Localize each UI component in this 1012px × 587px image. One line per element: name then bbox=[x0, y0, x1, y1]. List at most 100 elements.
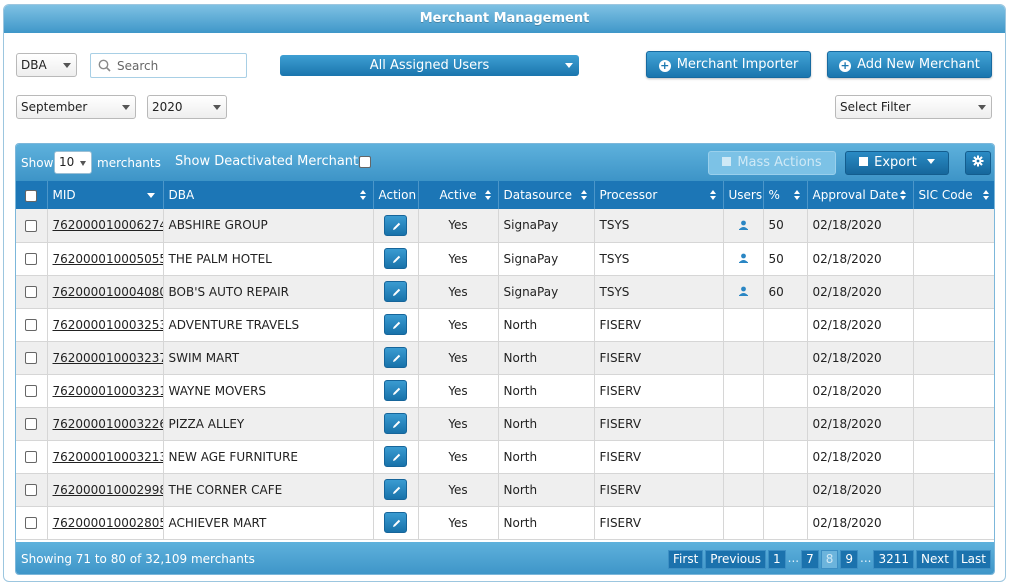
edit-button[interactable] bbox=[384, 413, 407, 434]
sic-code-cell bbox=[913, 209, 994, 243]
add-new-merchant-button[interactable]: + Add New Merchant bbox=[827, 51, 992, 78]
page-9-button[interactable]: 9 bbox=[840, 550, 859, 569]
column-mid[interactable]: MID bbox=[47, 181, 164, 209]
row-checkbox[interactable] bbox=[25, 219, 38, 232]
row-checkbox[interactable] bbox=[25, 517, 38, 529]
column-sic-code[interactable]: SIC Code bbox=[913, 181, 994, 209]
column-processor[interactable]: Processor bbox=[594, 181, 724, 209]
row-checkbox[interactable] bbox=[25, 352, 38, 364]
processor-cell: FISERV bbox=[594, 407, 724, 441]
mid-cell: 7620000100029987 bbox=[47, 473, 164, 507]
select-all-checkbox[interactable] bbox=[25, 189, 38, 202]
users-cell bbox=[723, 374, 764, 408]
mid-link[interactable]: 7620000100032379 bbox=[53, 351, 163, 365]
column-label: MID bbox=[52, 188, 76, 202]
user-icon[interactable] bbox=[738, 219, 749, 233]
column-percent[interactable]: % bbox=[763, 181, 808, 209]
pagination-ellipsis: ... bbox=[860, 551, 872, 565]
dba-cell: ADVENTURE TRAVELS bbox=[163, 308, 374, 342]
mid-link[interactable]: 7620000100028054 bbox=[53, 516, 163, 530]
column-label: Action bbox=[378, 188, 417, 202]
datasource-cell: SignaPay bbox=[498, 242, 595, 276]
row-checkbox[interactable] bbox=[25, 484, 38, 496]
datasource-cell: North bbox=[498, 440, 595, 474]
page-last-button[interactable]: Last bbox=[956, 550, 991, 569]
table-body: 7620000100062749 ABSHIRE GROUP Yes SignaPay… bbox=[16, 209, 994, 540]
assigned-users-dropdown[interactable]: All Assigned Users bbox=[280, 55, 579, 76]
filter-select[interactable]: Select Filter bbox=[835, 95, 992, 119]
column-approval-date[interactable]: Approval Date bbox=[807, 181, 914, 209]
user-icon[interactable] bbox=[738, 285, 749, 299]
sic-code-cell bbox=[913, 242, 994, 276]
page-first-button[interactable]: First bbox=[668, 550, 704, 569]
export-button[interactable]: Export bbox=[845, 151, 949, 175]
approval-date-cell: 02/18/2020 bbox=[807, 440, 914, 474]
table-row: 7620000100028054 ACHIEVER MART Yes North FIS… bbox=[16, 506, 994, 540]
page-previous-button[interactable]: Previous bbox=[705, 550, 767, 569]
column-action: Action bbox=[373, 181, 419, 209]
mass-actions-button[interactable]: Mass Actions bbox=[708, 151, 836, 175]
edit-button[interactable] bbox=[384, 380, 407, 401]
settings-button[interactable] bbox=[965, 151, 991, 175]
row-checkbox[interactable] bbox=[25, 286, 38, 298]
users-cell bbox=[723, 506, 764, 540]
edit-button[interactable] bbox=[384, 281, 407, 302]
year-select[interactable]: 2020 bbox=[147, 95, 227, 119]
mid-link[interactable]: 7620000100029987 bbox=[53, 483, 163, 497]
action-cell bbox=[373, 341, 419, 375]
edit-button[interactable] bbox=[384, 347, 407, 368]
dba-cell: PIZZA ALLEY bbox=[163, 407, 374, 441]
page-1-button[interactable]: 1 bbox=[768, 550, 786, 569]
search-box[interactable] bbox=[90, 53, 247, 78]
edit-button[interactable] bbox=[384, 314, 407, 335]
edit-button[interactable] bbox=[384, 479, 407, 500]
edit-button[interactable] bbox=[384, 446, 407, 467]
page-last-number-button[interactable]: 3211 bbox=[873, 550, 915, 569]
approval-date-cell: 02/18/2020 bbox=[807, 473, 914, 507]
sort-icon bbox=[580, 190, 587, 201]
action-cell bbox=[373, 506, 419, 540]
chevron-down-icon bbox=[978, 105, 986, 110]
action-cell bbox=[373, 242, 419, 276]
mid-link[interactable]: 7620000100032312 bbox=[53, 384, 163, 398]
page-size-select[interactable]: 10 bbox=[54, 151, 92, 174]
show-deactivated-checkbox[interactable] bbox=[359, 156, 371, 168]
page-7-button[interactable]: 7 bbox=[801, 550, 819, 569]
mid-link[interactable]: 7620000100050553 bbox=[53, 252, 163, 266]
row-checkbox[interactable] bbox=[25, 253, 38, 265]
mid-cell: 7620000100032536 bbox=[47, 308, 164, 342]
show-deactivated-label: Show Deactivated Merchants bbox=[175, 154, 365, 169]
chevron-down-icon bbox=[926, 159, 935, 164]
search-field-select[interactable]: DBA bbox=[16, 53, 77, 77]
user-icon[interactable] bbox=[738, 252, 749, 266]
column-active[interactable]: Active bbox=[418, 181, 499, 209]
mid-link[interactable]: 7620000100032262 bbox=[53, 417, 163, 431]
chevron-down-icon bbox=[122, 105, 130, 110]
row-checkbox[interactable] bbox=[25, 418, 38, 430]
column-datasource[interactable]: Datasource bbox=[498, 181, 595, 209]
search-input[interactable] bbox=[115, 56, 243, 75]
merchant-importer-button[interactable]: + Merchant Importer bbox=[646, 51, 811, 78]
edit-button[interactable] bbox=[384, 214, 407, 236]
edit-button[interactable] bbox=[384, 248, 407, 269]
sort-icon bbox=[709, 190, 716, 201]
mid-link[interactable]: 7620000100032130 bbox=[53, 450, 163, 464]
sic-code-cell bbox=[913, 308, 994, 342]
mid-link[interactable]: 7620000100032536 bbox=[53, 318, 163, 332]
users-cell bbox=[723, 308, 764, 342]
month-select[interactable]: September bbox=[16, 95, 136, 119]
mid-cell: 7620000100050553 bbox=[47, 242, 164, 276]
page-next-button[interactable]: Next bbox=[916, 550, 954, 569]
export-label: Export bbox=[874, 155, 917, 170]
approval-date-cell: 02/18/2020 bbox=[807, 308, 914, 342]
column-dba[interactable]: DBA bbox=[163, 181, 374, 209]
column-label: Approval Date bbox=[812, 188, 899, 202]
dba-cell: THE CORNER CAFE bbox=[163, 473, 374, 507]
row-checkbox[interactable] bbox=[25, 385, 38, 397]
search-icon bbox=[98, 59, 111, 72]
row-checkbox[interactable] bbox=[25, 451, 38, 463]
mid-link[interactable]: 7620000100040802 bbox=[53, 285, 163, 299]
row-checkbox[interactable] bbox=[25, 319, 38, 331]
mid-link[interactable]: 7620000100062749 bbox=[53, 218, 163, 232]
edit-button[interactable] bbox=[384, 512, 407, 533]
